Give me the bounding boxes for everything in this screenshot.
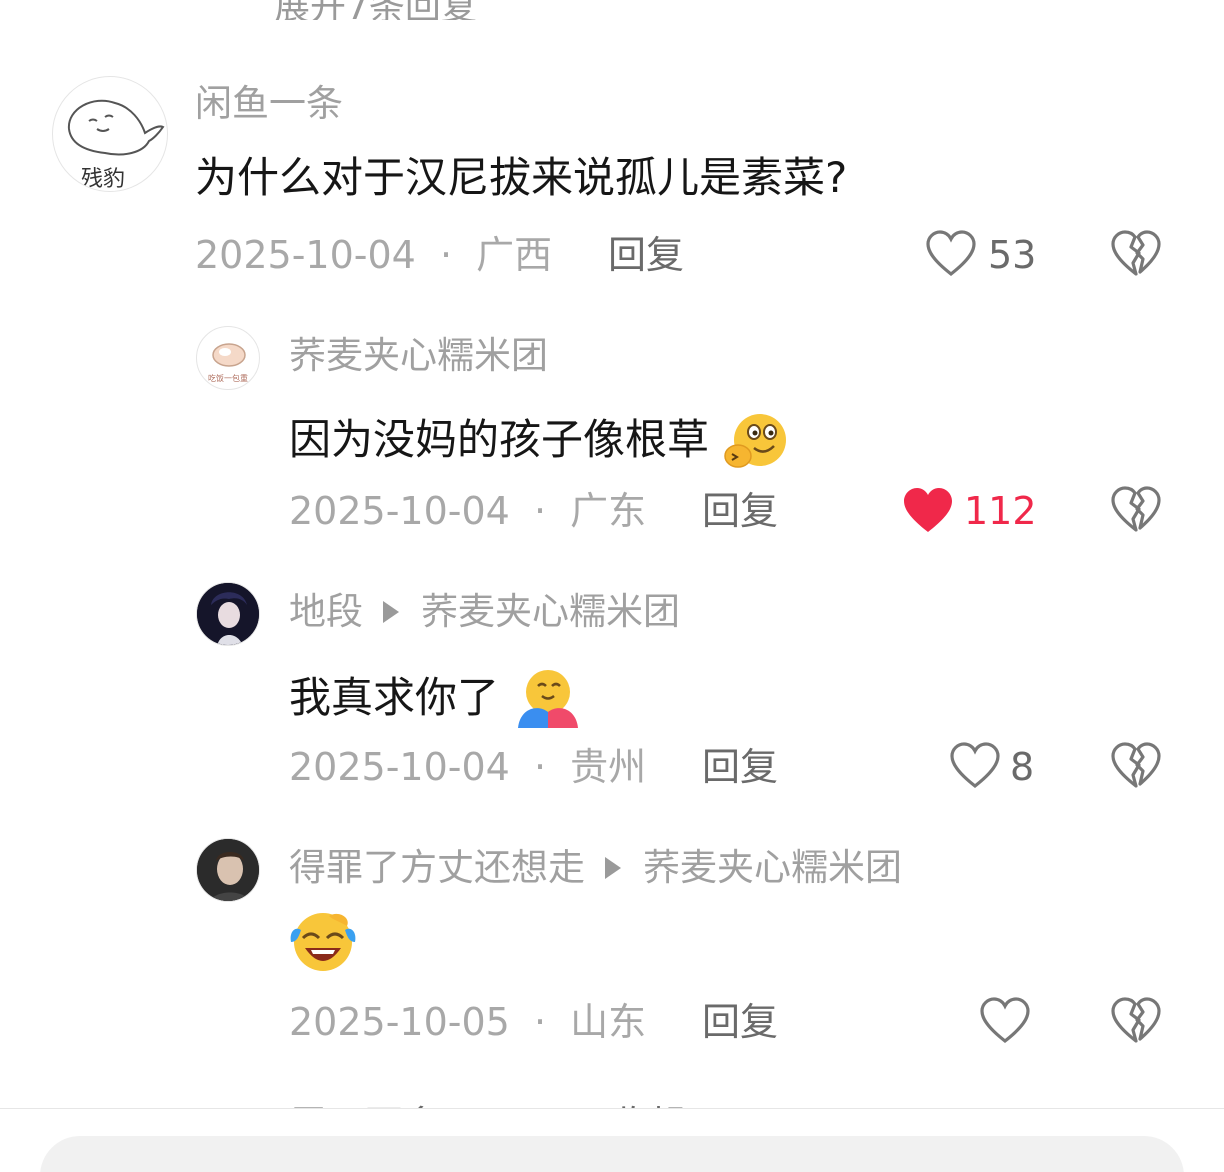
comment-text: 因为没妈的孩子像根草: [289, 410, 790, 472]
comment-location: 广东: [570, 489, 647, 533]
avatar[interactable]: 残豹: [52, 76, 168, 192]
meta-separator: ·: [533, 489, 547, 533]
comment-username[interactable]: 荞麦夹心糯米团: [289, 337, 548, 374]
heart-outline-icon[interactable]: [979, 996, 1031, 1046]
reply-to-username[interactable]: 荞麦夹心糯米团: [421, 590, 680, 633]
reply-button[interactable]: 回复: [702, 492, 778, 530]
comment-date: 2025-10-04: [289, 489, 510, 533]
heart-filled-icon[interactable]: [902, 486, 954, 536]
comment-username-row: 地段 荞麦夹心糯米团: [289, 593, 680, 630]
broken-heart-icon[interactable]: [1110, 229, 1162, 279]
broken-heart-icon[interactable]: [1110, 485, 1162, 535]
hug-smile-emoji: [724, 414, 787, 468]
avatar[interactable]: [196, 838, 260, 902]
comment-meta: 2025-10-04 · 广西: [195, 236, 552, 274]
hugging-face-emoji: [518, 670, 579, 728]
comment-username[interactable]: 得罪了方丈还想走: [289, 846, 585, 889]
reply-arrow-icon: [383, 600, 399, 623]
reply-button[interactable]: 回复: [608, 236, 684, 274]
reply-to-username[interactable]: 荞麦夹心糯米团: [643, 846, 902, 889]
reply-button[interactable]: 回复: [702, 1003, 778, 1041]
comment-text-body: 我真求你了: [289, 673, 500, 722]
expand-replies-top[interactable]: 展开7条回复: [0, 0, 1224, 20]
like-count: 112: [964, 489, 1037, 533]
comment-location: 贵州: [570, 745, 647, 789]
man-portrait-icon: [197, 839, 259, 901]
avatar[interactable]: 吃饭一包重: [196, 326, 260, 390]
comment-username[interactable]: 地段: [289, 590, 363, 633]
meta-separator: ·: [533, 1000, 547, 1044]
comment-meta: 2025-10-04 · 广东: [289, 492, 646, 530]
broken-heart-icon[interactable]: [1110, 741, 1162, 791]
comment-meta: 2025-10-05 · 山东: [289, 1003, 646, 1041]
comment-username[interactable]: 闲鱼一条: [195, 85, 343, 122]
expand-more-button[interactable]: 展开更多: [289, 1094, 441, 1108]
heart-outline-icon[interactable]: [925, 229, 977, 279]
comment-text: [289, 908, 357, 981]
comment-location: 广西: [476, 233, 553, 277]
reply-arrow-icon: [605, 856, 621, 879]
meta-separator: ·: [533, 745, 547, 789]
broken-heart-icon[interactable]: [1110, 996, 1162, 1046]
anime-character-icon: [197, 583, 259, 645]
meta-separator: ·: [439, 233, 453, 277]
comment-text-body: 因为没妈的孩子像根草: [289, 415, 710, 464]
like-count: 8: [1010, 745, 1035, 789]
replies-footer: 展开更多 收起: [0, 1090, 1224, 1108]
comment-date: 2025-10-05: [289, 1000, 510, 1044]
reply-button[interactable]: 回复: [702, 748, 778, 786]
comment-location: 山东: [570, 1000, 647, 1044]
comment-date: 2025-10-04: [195, 233, 416, 277]
like-count: 53: [988, 233, 1037, 277]
comment-username-row: 得罪了方丈还想走 荞麦夹心糯米团: [289, 849, 902, 886]
avatar[interactable]: [196, 582, 260, 646]
comment-input[interactable]: [40, 1136, 1184, 1172]
expand-replies-label: 展开7条回复: [274, 0, 477, 20]
heart-outline-icon[interactable]: [949, 741, 1001, 791]
collapse-button[interactable]: 收起: [610, 1094, 686, 1108]
comment-text: 为什么对于汉尼拔来说孤儿是素菜?: [195, 153, 848, 202]
comment-text: 我真求你了: [289, 666, 580, 730]
comment-meta: 2025-10-04 · 贵州: [289, 748, 646, 786]
avatar-caption: 残豹: [81, 167, 126, 192]
avatar-caption: 吃饭一包重: [208, 374, 248, 383]
rolling-laughing-emoji: [290, 913, 356, 971]
comment-date: 2025-10-04: [289, 745, 510, 789]
